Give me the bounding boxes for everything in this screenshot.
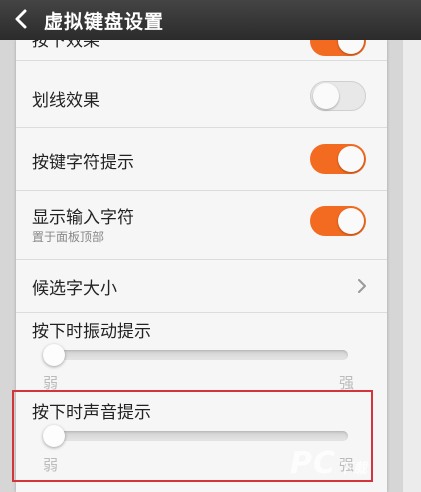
key-hint-toggle[interactable]	[310, 144, 366, 174]
show-input-toggle[interactable]	[310, 206, 366, 236]
show-input-sublabel: 置于面板顶部	[32, 230, 105, 244]
back-arrow-icon[interactable]	[12, 9, 32, 29]
watermark-suffix: 下载	[338, 461, 369, 477]
page-title: 虚拟键盘设置	[44, 11, 165, 33]
title-bar: 虚拟键盘设置	[0, 0, 421, 40]
vibration-slider[interactable]	[43, 350, 348, 360]
toggle-knob	[338, 208, 364, 234]
toggle-knob	[313, 83, 339, 109]
swipe-effect-label: 划线效果	[32, 91, 100, 111]
chevron-right-icon	[358, 279, 366, 293]
swipe-effect-toggle[interactable]	[310, 81, 366, 111]
settings-row-show-input[interactable]: 显示输入字符 置于面板顶部	[16, 191, 387, 260]
vibration-slider-thumb[interactable]	[43, 344, 65, 366]
watermark: PC 下载	[290, 446, 368, 481]
candidate-size-label: 候选字大小	[32, 279, 117, 299]
settings-row-vibration: 按下时振动提示 弱 强	[16, 313, 387, 393]
settings-row-candidate-size[interactable]: 候选字大小	[16, 260, 387, 313]
background-window: 天正	[403, 0, 421, 492]
settings-row-key-hint[interactable]: 按键字符提示	[16, 128, 387, 191]
settings-row-press-effect[interactable]: 按下效果	[16, 26, 387, 61]
key-hint-label: 按键字符提示	[32, 153, 134, 173]
toggle-knob	[338, 146, 364, 172]
watermark-text: PC	[290, 446, 337, 481]
vibration-label: 按下时振动提示	[32, 322, 151, 342]
settings-row-swipe-effect[interactable]: 划线效果	[16, 61, 387, 128]
show-input-label: 显示输入字符	[32, 208, 134, 228]
